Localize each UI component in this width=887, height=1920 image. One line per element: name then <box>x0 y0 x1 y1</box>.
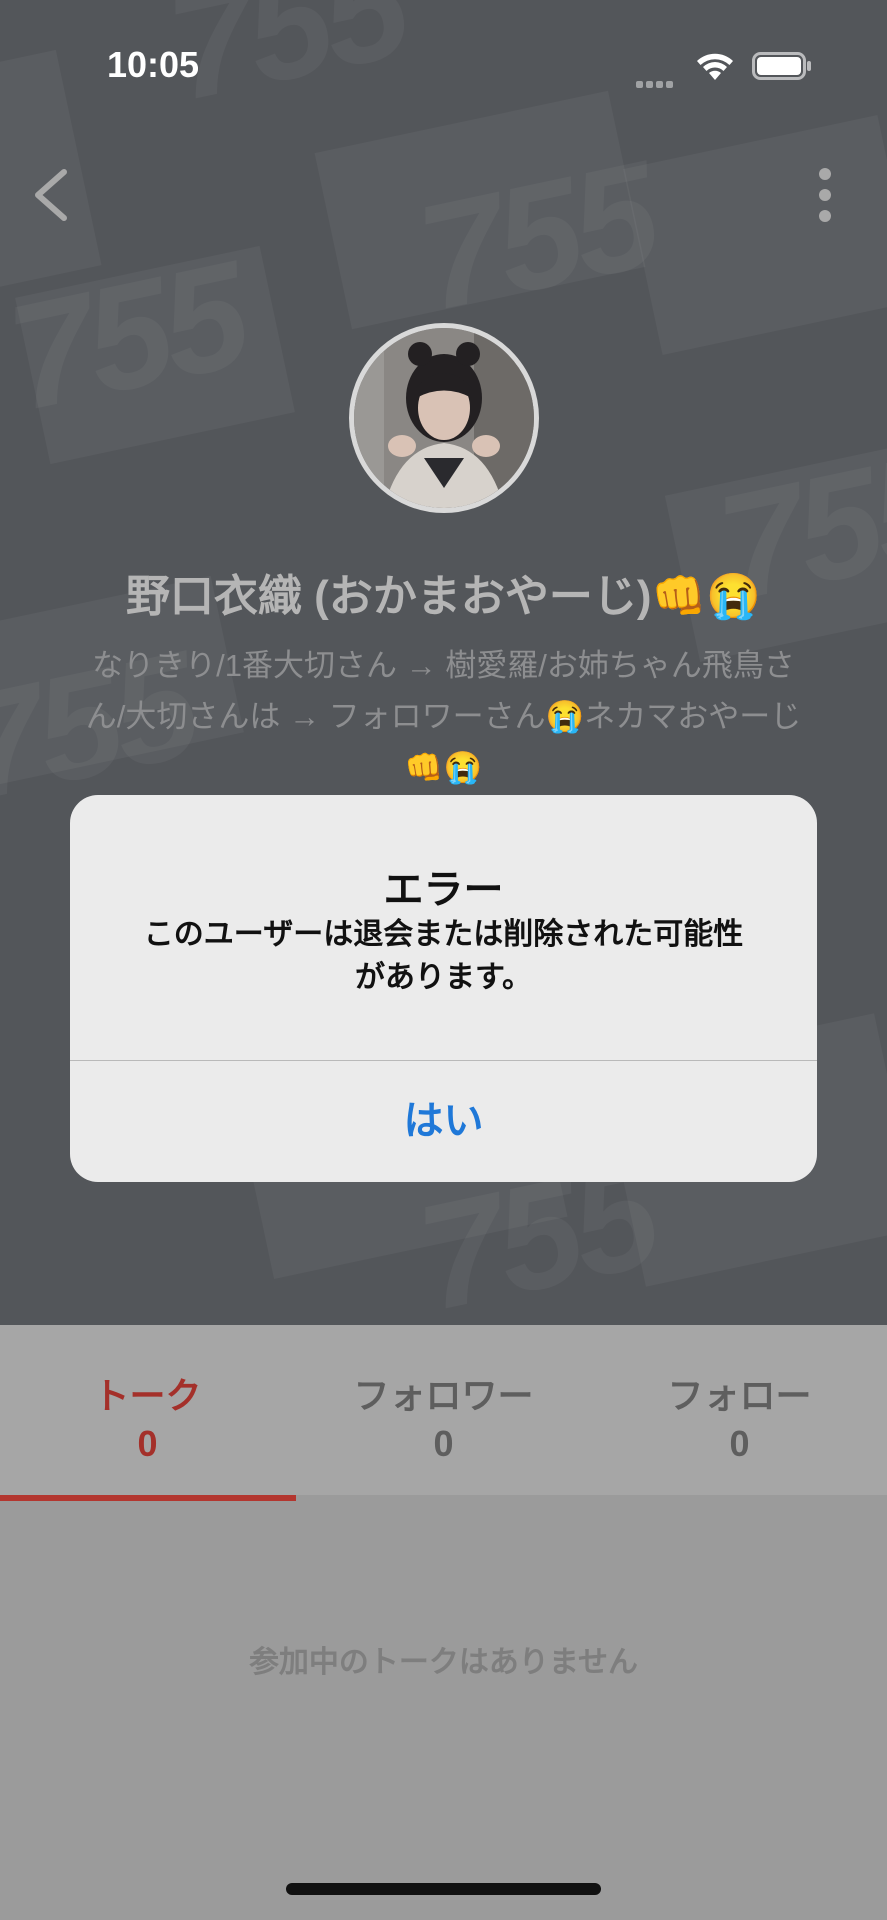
status-bar: 10:05 <box>0 0 887 120</box>
back-button[interactable] <box>22 160 82 230</box>
empty-state-message: 参加中のトークはありません <box>248 1646 639 1679</box>
tab-followers[interactable]: フォロワー 0 <box>296 1325 591 1495</box>
wifi-icon <box>697 53 733 80</box>
active-tab-indicator <box>0 1495 296 1501</box>
avatar <box>349 323 539 513</box>
avatar-photo <box>354 328 534 508</box>
more-options-button[interactable] <box>805 160 845 230</box>
error-alert-dialog: エラー このユーザーは退会または削除された可能性があります。 はい <box>70 795 817 1182</box>
tab-following-label: フォロー <box>667 1375 812 1416</box>
tab-talk[interactable]: トーク 0 <box>0 1325 295 1495</box>
alert-ok-button[interactable]: はい <box>70 1061 817 1182</box>
alert-title: エラー <box>383 868 504 912</box>
tab-following-count: 0 <box>729 1423 750 1464</box>
home-indicator[interactable] <box>286 1883 601 1895</box>
tab-bar: トーク 0 フォロワー 0 フォロー 0 <box>0 1325 887 1501</box>
status-time: 10:05 <box>107 44 200 85</box>
alert-message: このユーザーは退会または削除された可能性があります。 <box>143 918 744 994</box>
tab-following[interactable]: フォロー 0 <box>592 1325 887 1495</box>
profile-bio: なりきり/1番大切さん → 樹愛羅/お姉ちゃん飛鳥さん/大切さんは → フォロワ… <box>85 648 802 785</box>
tab-followers-label: フォロワー <box>353 1375 534 1416</box>
tab-talk-label: トーク <box>93 1375 202 1416</box>
tab-talk-count: 0 <box>137 1423 158 1464</box>
profile-content: トーク 0 フォロワー 0 フォロー 0 参加中のトークはありません <box>0 1325 887 1920</box>
battery-icon <box>752 52 811 80</box>
chevron-left-icon <box>35 169 67 221</box>
tab-followers-count: 0 <box>433 1423 454 1464</box>
cellular-signal-icon <box>636 73 680 88</box>
vertical-ellipsis-icon <box>819 168 831 222</box>
profile-display-name: 野口衣織 (おかまおやーじ)👊😭 <box>125 572 762 621</box>
